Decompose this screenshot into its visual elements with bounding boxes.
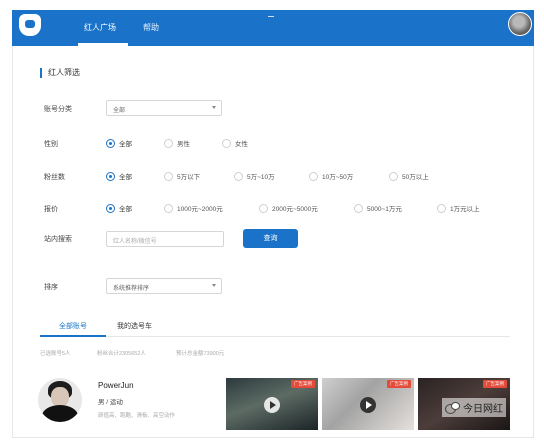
influencer-tags: 颜值高、跑酷、滑板、高空动作 (98, 413, 176, 419)
wechat-icon (445, 401, 460, 414)
watermark-text: 今日网红 (463, 404, 503, 415)
nav-tab-influencer-square[interactable]: 红人广场 (84, 22, 116, 33)
play-icon[interactable] (264, 397, 280, 414)
followers-option-100k-500k[interactable]: 10万~50万 (309, 171, 353, 181)
chevron-down-icon (212, 284, 216, 287)
watermark: 今日网红 (442, 398, 506, 417)
user-avatar[interactable] (508, 12, 532, 36)
stat-total-followers: 粉丝合计2305652人 (97, 351, 146, 357)
price-option-over-10000[interactable]: 1万元以上 (437, 203, 480, 213)
gender-option-all[interactable]: 全部 (106, 138, 132, 148)
site-search-label: 站内搜索 (44, 236, 72, 243)
account-type-label: 账号分类 (44, 106, 72, 113)
followers-option-over-500k[interactable]: 50万以上 (389, 171, 429, 181)
radio-icon (234, 171, 243, 181)
chevron-down-icon (212, 106, 216, 109)
stat-selected-accounts: 已选账号5人 (40, 351, 71, 357)
tab-all-accounts[interactable]: 全部账号 (40, 321, 106, 331)
play-icon[interactable] (360, 397, 376, 414)
section-title: 红人筛选 (40, 68, 80, 78)
search-button[interactable]: 查询 (243, 229, 298, 248)
tab-my-selection-cart[interactable]: 我的选号车 (117, 321, 152, 331)
radio-icon (259, 203, 268, 213)
case-video-thumbnail[interactable]: 广告案例 (226, 378, 318, 430)
price-option-5000-10000[interactable]: 5000~1万元 (354, 203, 402, 213)
sort-value: 系统推荐排序 (113, 286, 150, 292)
account-type-select[interactable]: 全部 (106, 100, 222, 116)
divider (268, 16, 274, 17)
price-label: 报价 (44, 206, 58, 213)
sort-label: 排序 (44, 284, 58, 291)
tab-active-indicator (40, 335, 106, 337)
price-option-1000-2000[interactable]: 1000元~2000元 (164, 203, 223, 213)
radio-selected-icon (106, 138, 115, 148)
tabs-divider (40, 336, 510, 337)
influencer-name[interactable]: PowerJun (98, 381, 134, 390)
price-option-2000-5000[interactable]: 2000元~5000元 (259, 203, 318, 213)
nav-tab-help[interactable]: 帮助 (143, 22, 159, 33)
gender-option-male[interactable]: 男性 (164, 138, 190, 148)
followers-option-all[interactable]: 全部 (106, 171, 132, 181)
influencer-avatar[interactable] (38, 378, 82, 422)
influencer-category: 男 / 运动 (98, 399, 123, 406)
radio-icon (389, 171, 398, 181)
sort-select[interactable]: 系统推荐排序 (106, 278, 222, 294)
case-video-thumbnail[interactable]: 广告案例 (322, 378, 414, 430)
site-search-input[interactable]: 红人名称/微信号 (106, 231, 224, 247)
account-type-value: 全部 (113, 108, 126, 114)
radio-icon (309, 171, 318, 181)
ad-case-badge: 广告案例 (291, 380, 315, 388)
radio-icon (354, 203, 363, 213)
radio-selected-icon (106, 171, 115, 181)
ad-case-badge: 广告案例 (483, 380, 507, 388)
radio-icon (164, 171, 173, 181)
radio-icon (437, 203, 446, 213)
radio-icon (222, 138, 231, 148)
followers-option-under-50k[interactable]: 5万以下 (164, 171, 200, 181)
gender-label: 性别 (44, 141, 58, 148)
gender-option-female[interactable]: 女性 (222, 138, 248, 148)
stat-estimated-amount: 预计总金额73900元 (176, 351, 225, 357)
price-option-all[interactable]: 全部 (106, 203, 132, 213)
app-logo-icon[interactable] (19, 14, 41, 36)
radio-selected-icon (106, 203, 115, 213)
ad-case-badge: 广告案例 (387, 380, 411, 388)
followers-label: 粉丝数 (44, 174, 65, 181)
top-nav-bar: 红人广场 帮助 (12, 10, 534, 46)
radio-icon (164, 203, 173, 213)
radio-icon (164, 138, 173, 148)
followers-option-50k-100k[interactable]: 5万~10万 (234, 171, 275, 181)
